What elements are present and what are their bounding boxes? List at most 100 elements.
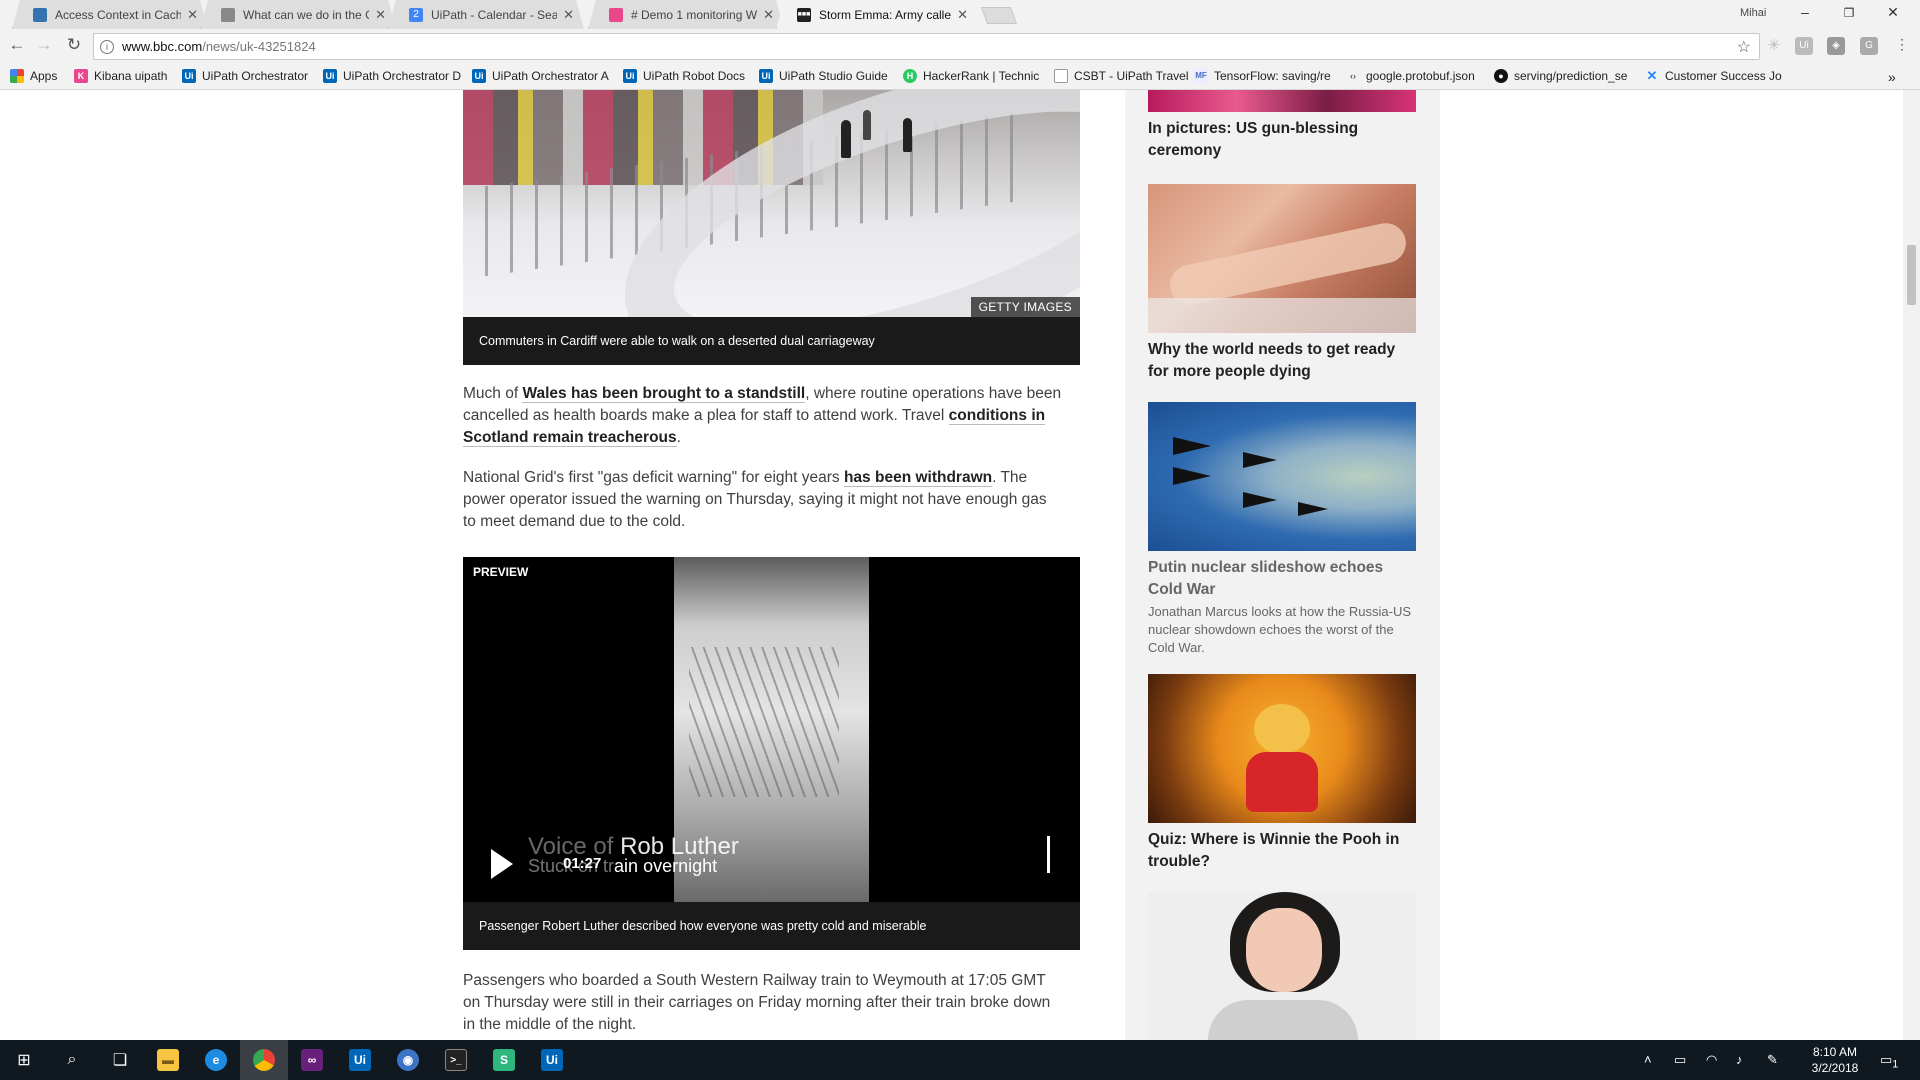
url-host: www.bbc.com — [122, 39, 203, 54]
card-image — [1148, 184, 1416, 333]
address-bar[interactable]: i www.bbc.com/news/uk-43251824 ☆ — [93, 33, 1760, 60]
tab-storm-emma[interactable]: ■■■ Storm Emma: Army calle ✕ — [776, 0, 978, 29]
menu-icon[interactable]: ⋮ — [1891, 36, 1913, 53]
uipath-extension-icon[interactable]: Ui — [1795, 37, 1813, 55]
tab-what-can-we-do[interactable]: What can we do in the C ✕ — [200, 0, 396, 29]
close-window-icon[interactable]: ✕ — [1878, 4, 1908, 21]
search-icon — [221, 8, 235, 22]
bookmark-tensorflow[interactable]: MF TensorFlow: saving/re — [1194, 69, 1331, 83]
link-withdrawn[interactable]: has been withdrawn — [843, 469, 993, 487]
bookmark-uipath-orchestrator-d[interactable]: Ui UiPath Orchestrator D — [323, 69, 461, 83]
video-duration: 01:27 — [563, 855, 602, 872]
article-paragraph: Much of Wales has been brought to a stan… — [463, 385, 1062, 447]
bookmark-label: Kibana uipath — [94, 69, 168, 83]
scrollbar-thumb[interactable] — [1907, 245, 1916, 305]
card-title[interactable]: Why the world needs to get ready for mor… — [1148, 339, 1416, 383]
card-image — [1148, 674, 1416, 823]
terminal-icon[interactable]: >_ — [432, 1040, 480, 1080]
start-icon[interactable]: ⊞ — [0, 1040, 48, 1080]
video-player[interactable]: PREVIEW Voice of Rob Luther Stuck on tra… — [463, 557, 1080, 902]
page-scrollbar[interactable] — [1903, 90, 1920, 1040]
preview-badge: PREVIEW — [473, 565, 529, 579]
tab-uipath-calendar[interactable]: 2 UiPath - Calendar - Sear ✕ — [388, 0, 584, 29]
uipath-studio-icon[interactable]: Ui — [336, 1040, 384, 1080]
info-icon[interactable]: i — [100, 39, 114, 54]
bookmark-label: UiPath Orchestrator D — [343, 69, 462, 83]
forward-icon[interactable]: → — [33, 35, 55, 55]
close-icon[interactable]: ✕ — [187, 7, 198, 23]
bookmark-serving-prediction[interactable]: ● serving/prediction_se — [1494, 69, 1627, 83]
bookmark-label: google.protobuf.json — [1366, 69, 1475, 83]
sidebar-card-dying[interactable]: Why the world needs to get ready for mor… — [1148, 184, 1416, 383]
tray-overflow-icon[interactable]: ˄ — [1644, 1052, 1652, 1067]
sidebar-card-portrait[interactable] — [1148, 892, 1416, 1040]
chrome-icon[interactable] — [240, 1040, 288, 1080]
tab-title: # Demo 1 monitoring Wi — [631, 7, 758, 22]
tab-access-context[interactable]: Access Context in Cache ✕ — [12, 0, 208, 29]
bookmark-csbt[interactable]: CSBT - UiPath Travel — [1054, 69, 1188, 83]
missile-icon — [1243, 452, 1277, 468]
bookmark-uipath-robot-docs[interactable]: Ui UiPath Robot Docs — [623, 69, 745, 83]
bookmark-uipath-orchestrator-a[interactable]: Ui UiPath Orchestrator A — [472, 69, 609, 83]
bookmark-kibana[interactable]: K Kibana uipath — [74, 69, 167, 83]
visual-studio-icon[interactable]: ∞ — [288, 1040, 336, 1080]
bookmark-uipath-orchestrator[interactable]: Ui UiPath Orchestrator — [182, 69, 308, 83]
extension-puzzle-icon[interactable]: ◈ — [1827, 37, 1845, 55]
minimize-icon[interactable]: – — [1790, 4, 1820, 20]
bookmark-customer-success[interactable]: ✕ Customer Success Jo — [1645, 69, 1782, 84]
grammarly-extension-icon[interactable]: G — [1860, 37, 1878, 55]
sidebar-card-winnie-pooh[interactable]: Quiz: Where is Winnie the Pooh in troubl… — [1148, 674, 1416, 873]
profile-name[interactable]: Mihai — [1740, 7, 1766, 19]
bookmark-protobuf[interactable]: ‹› google.protobuf.json — [1346, 69, 1475, 83]
edge-icon[interactable]: e — [192, 1040, 240, 1080]
video-progress-bar[interactable] — [1047, 836, 1050, 873]
more-bookmarks-icon[interactable]: » — [1888, 69, 1896, 85]
reload-icon[interactable]: ↻ — [63, 35, 85, 55]
card-title[interactable]: Quiz: Where is Winnie the Pooh in troubl… — [1148, 829, 1416, 873]
missile-icon — [1298, 502, 1328, 516]
close-icon[interactable]: ✕ — [763, 7, 774, 23]
task-view-icon[interactable]: ❏ — [96, 1040, 144, 1080]
uipath-robot-icon[interactable]: Ui — [528, 1040, 576, 1080]
tab-demo-monitoring[interactable]: # Demo 1 monitoring Wi ✕ — [588, 0, 784, 29]
bookmark-hackerrank[interactable]: H HackerRank | Technic — [903, 69, 1039, 83]
bookmark-uipath-studio-guide[interactable]: Ui UiPath Studio Guide — [759, 69, 888, 83]
close-icon[interactable]: ✕ — [563, 7, 574, 23]
battery-icon[interactable]: ▭ — [1674, 1052, 1686, 1068]
uipath-icon: Ui — [623, 69, 637, 83]
extension-sparkle-icon[interactable]: ✳ — [1765, 37, 1783, 55]
card-title[interactable]: In pictures: US gun-blessing ceremony — [1148, 118, 1416, 162]
new-tab-button[interactable] — [980, 7, 1018, 24]
bookmark-star-icon[interactable]: ☆ — [1737, 37, 1751, 57]
page-content: GETTY IMAGES Commuters in Cardiff were a… — [0, 90, 1920, 1040]
bookmark-apps[interactable]: Apps — [10, 69, 57, 83]
network-icon[interactable]: ◉ — [384, 1040, 432, 1080]
volume-icon[interactable]: ♪ — [1736, 1052, 1743, 1067]
link-wales-standstill[interactable]: Wales has been brought to a standstill — [522, 385, 806, 403]
tab-title: What can we do in the C — [243, 7, 370, 22]
sidebar-card-gun-blessing[interactable]: In pictures: US gun-blessing ceremony — [1148, 90, 1416, 162]
play-icon[interactable] — [491, 849, 513, 879]
notifications-icon[interactable]: ▭1 — [1880, 1052, 1898, 1071]
bookmark-label: UiPath Studio Guide — [779, 69, 888, 83]
video-overlay-subtitle: Stuck on train overnight — [528, 856, 718, 876]
close-icon[interactable]: ✕ — [375, 7, 386, 23]
sidebar-card-putin-nuclear[interactable]: Putin nuclear slideshow echoes Cold War … — [1148, 402, 1416, 657]
back-icon[interactable]: ← — [6, 35, 28, 55]
restore-icon[interactable]: ❐ — [1834, 6, 1864, 20]
uipath-icon: Ui — [182, 69, 196, 83]
missile-icon — [1243, 492, 1277, 508]
slack-icon[interactable]: S — [480, 1040, 528, 1080]
tab-title: UiPath - Calendar - Sear — [431, 7, 558, 22]
article-image: GETTY IMAGES — [463, 90, 1080, 317]
system-clock[interactable]: 8:10 AM 3/2/2018 — [1800, 1044, 1870, 1076]
card-title[interactable]: Putin nuclear slideshow echoes Cold War — [1148, 557, 1416, 601]
file-explorer-icon[interactable]: ▬ — [144, 1040, 192, 1080]
wifi-icon[interactable]: ◠ — [1706, 1052, 1717, 1068]
search-icon[interactable]: ⌕ — [48, 1040, 96, 1080]
hackerrank-icon: H — [903, 69, 917, 83]
card-image — [1148, 90, 1416, 112]
mf-icon: MF — [1194, 69, 1208, 83]
pen-icon[interactable]: ✎ — [1767, 1052, 1778, 1068]
close-icon[interactable]: ✕ — [957, 7, 968, 23]
